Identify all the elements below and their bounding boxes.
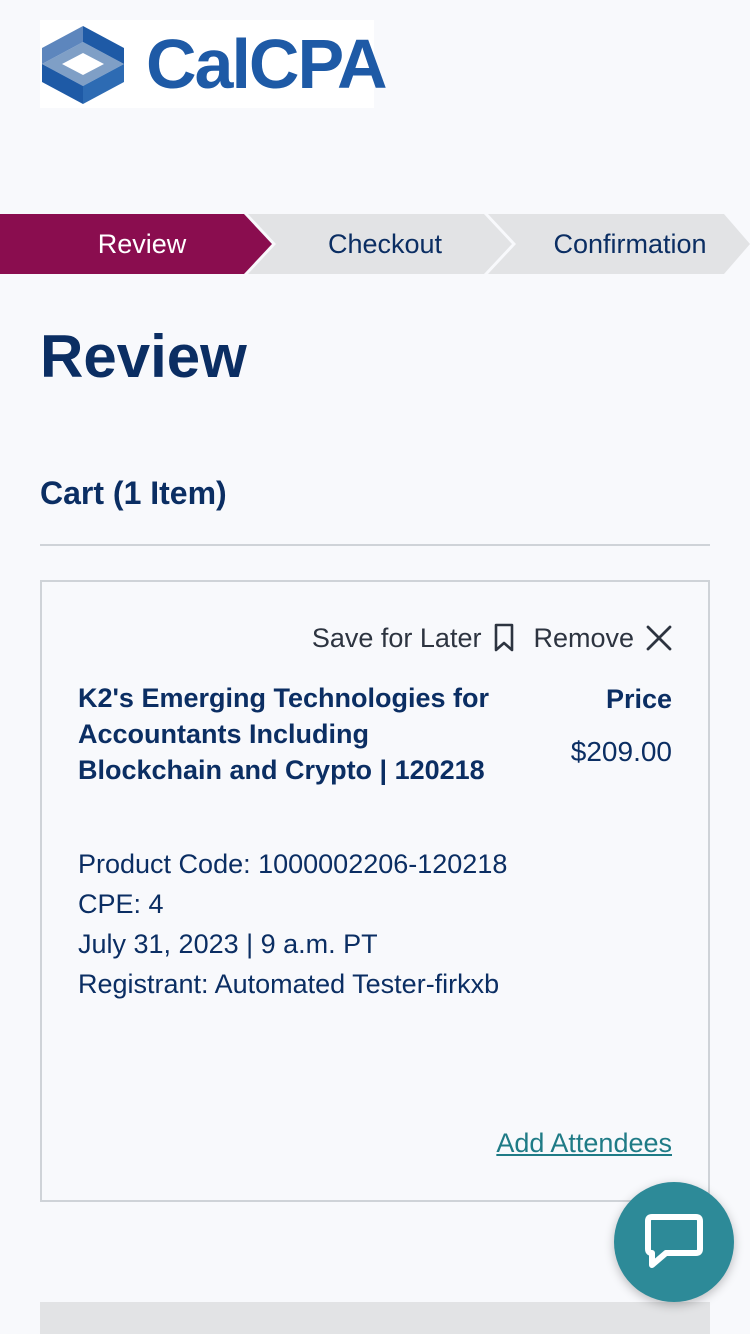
price-value: $209.00 [570, 736, 672, 767]
chat-button[interactable] [614, 1182, 734, 1302]
save-for-later-button[interactable]: Save for Later [312, 623, 516, 654]
cpe-credits: CPE: 4 [78, 889, 164, 919]
checkout-stepper: Review Checkout Confirmation [0, 214, 750, 274]
page-title: Review [40, 323, 247, 390]
step-checkout: Checkout [327, 229, 443, 259]
registrant: Registrant: Automated Tester-firkxb [78, 969, 500, 999]
price-label: Price [605, 684, 672, 714]
page: CalCPA Review Checkout Confirmation Revi… [0, 0, 750, 1334]
chat-bubble-icon [645, 1214, 703, 1268]
step-confirmation: Confirmation [553, 229, 707, 259]
remove-label: Remove [533, 622, 634, 653]
product-details: Product Code: 1000002206-120218 CPE: 4 J… [78, 844, 508, 1004]
step-review: Review [97, 229, 187, 259]
save-for-later-label: Save for Later [311, 622, 482, 653]
event-date: July 31, 2023 | 9 a.m. PT [78, 929, 378, 959]
bookmark-icon [495, 623, 514, 652]
product-title[interactable]: K2's Emerging Technologies for Accountan… [78, 680, 498, 788]
cart-item-card: Save for Later Remove K2's Emerging Tech… [40, 580, 710, 1202]
remove-button[interactable]: Remove [533, 623, 672, 654]
cart-item-actions: Save for Later Remove [312, 618, 672, 658]
close-icon [646, 625, 672, 651]
logo-text: CalCPA [146, 25, 388, 103]
cart-divider [40, 544, 710, 546]
calcpa-logo[interactable]: CalCPA [40, 20, 388, 108]
add-attendees-link[interactable]: Add Attendees [496, 1128, 672, 1159]
product-code: Product Code: 1000002206-120218 [78, 849, 508, 879]
order-summary-panel [40, 1302, 710, 1334]
calcpa-logo-icon [42, 26, 124, 104]
cart-heading: Cart (1 Item) [40, 475, 227, 511]
